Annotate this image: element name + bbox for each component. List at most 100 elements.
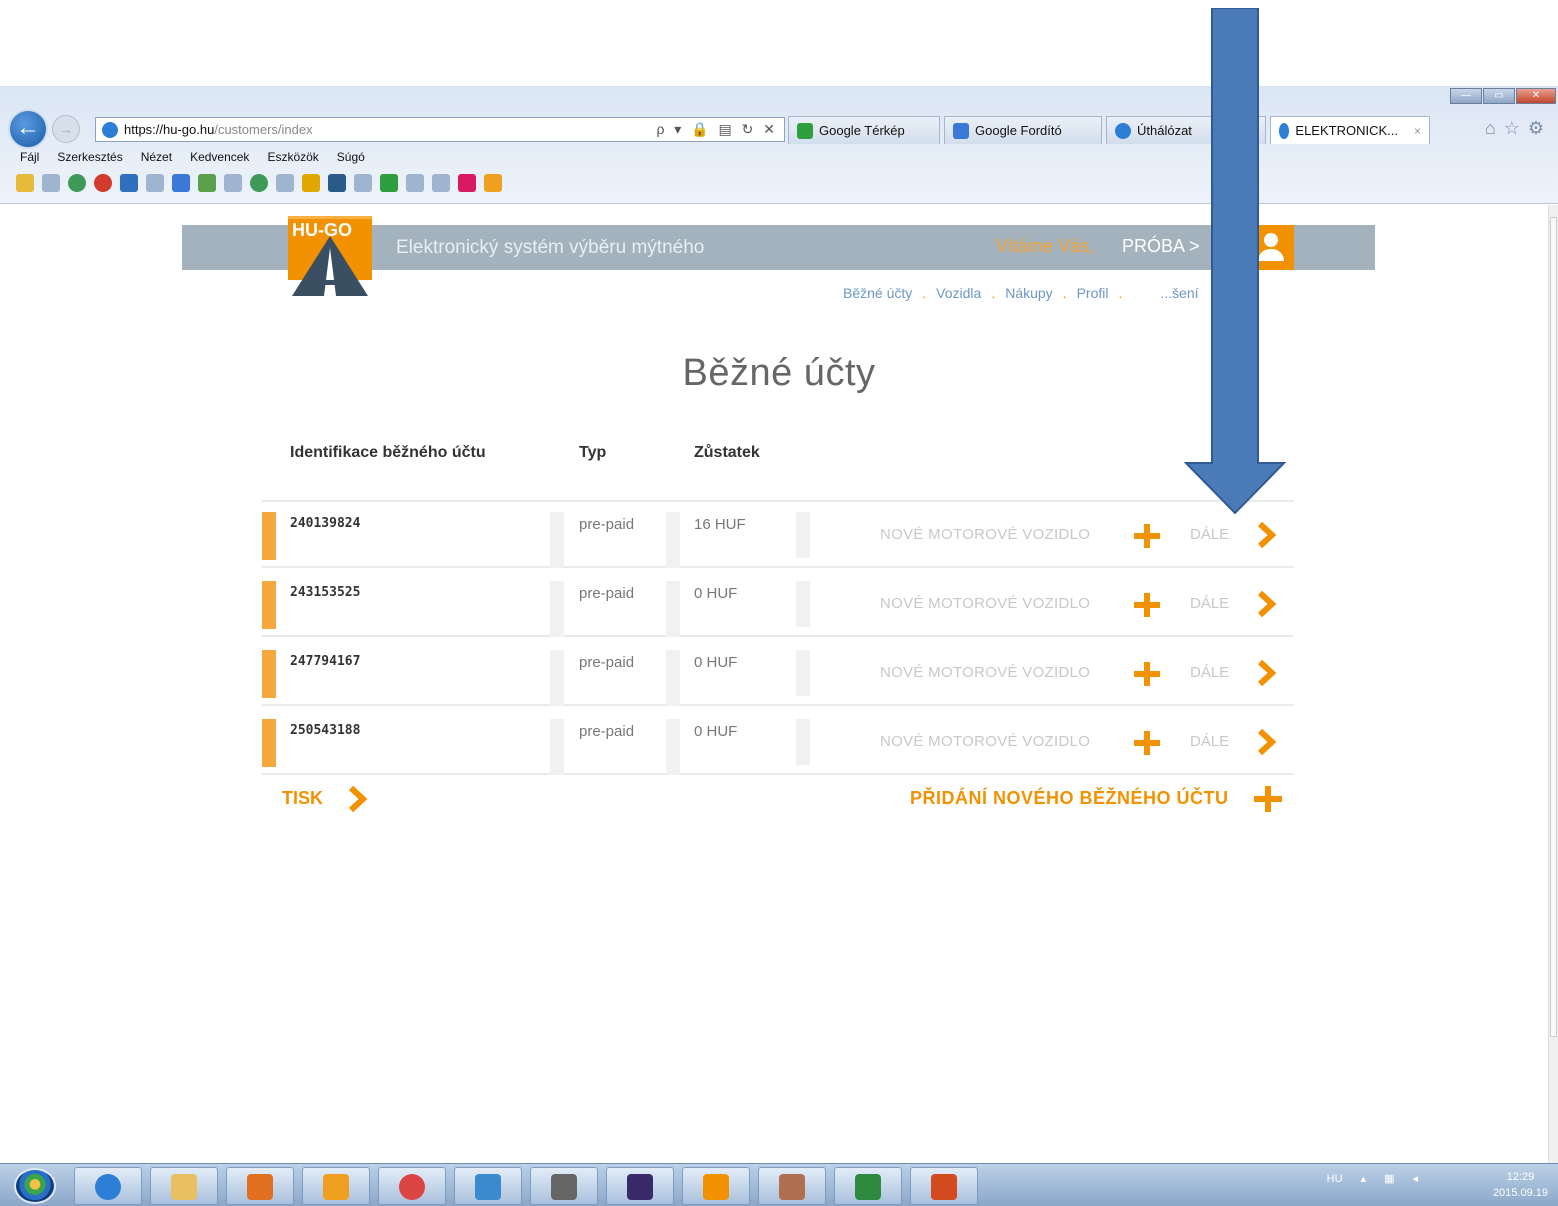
annotation-arrow-icon: [1183, 8, 1287, 515]
tab-google-maps[interactable]: Google Térkép: [788, 116, 940, 144]
new-vehicle-link[interactable]: NOVÉ MOTOROVÉ VOZIDLO: [880, 526, 1090, 543]
tab-google-translate[interactable]: Google Fordító: [944, 116, 1102, 144]
next-link[interactable]: DÁLE: [1190, 595, 1229, 612]
menu-edit[interactable]: Szerkesztés: [57, 150, 122, 164]
taskbar-outlook[interactable]: [302, 1167, 370, 1205]
media-player-icon: [247, 1174, 273, 1200]
plus-icon[interactable]: [1132, 522, 1162, 550]
menu-favorites[interactable]: Kedvencek: [190, 150, 249, 164]
fav-page-icon[interactable]: [276, 174, 294, 192]
taskbar-media[interactable]: [226, 1167, 294, 1205]
vertical-scrollbar[interactable]: [1548, 205, 1558, 1163]
fav-page-icon[interactable]: [146, 174, 164, 192]
fav-page-icon[interactable]: [484, 174, 502, 192]
taskbar-app[interactable]: [530, 1167, 598, 1205]
nav-profil[interactable]: Profil: [1077, 285, 1109, 301]
address-tools[interactable]: ρ ▾ 🔒 ▤ ↻ ✕: [656, 121, 778, 138]
taskbar-explorer[interactable]: [150, 1167, 218, 1205]
scrollbar-thumb[interactable]: [1550, 217, 1557, 1037]
tab-elektronicky[interactable]: ELEKTRONICK... ×: [1270, 116, 1430, 144]
table-row: 247794167 pre-paid 0 HUF NOVÉ MOTOROVÉ V…: [262, 640, 1294, 706]
fav-page-icon[interactable]: [432, 174, 450, 192]
clock[interactable]: 12:29 2015.09.19: [1493, 1169, 1548, 1201]
cell-divider: [550, 581, 564, 637]
add-account-link[interactable]: PŘIDÁNÍ NOVÉHO BĚŽNÉHO ÚČTU: [910, 788, 1229, 809]
taskbar-ie[interactable]: [74, 1167, 142, 1205]
chevron-right-icon[interactable]: [1254, 728, 1278, 756]
fav-page-icon[interactable]: [68, 174, 86, 192]
home-icon[interactable]: ⌂: [1485, 118, 1504, 138]
fav-page-icon[interactable]: [172, 174, 190, 192]
nav-nakupy[interactable]: Nákupy: [1005, 285, 1052, 301]
taskbar-hat[interactable]: [682, 1167, 750, 1205]
volume-icon[interactable]: ◂: [1412, 1172, 1418, 1185]
menu-tools[interactable]: Eszközök: [267, 150, 318, 164]
taskbar-excel[interactable]: [834, 1167, 902, 1205]
taskbar-chrome[interactable]: [378, 1167, 446, 1205]
chevron-right-icon[interactable]: [1254, 659, 1278, 687]
cell-divider: [796, 650, 810, 696]
taskbar-phone[interactable]: [606, 1167, 674, 1205]
print-link[interactable]: TISK: [282, 788, 323, 809]
taskbar-powerpoint[interactable]: [910, 1167, 978, 1205]
minimize-button[interactable]: —: [1450, 88, 1482, 104]
maximize-button[interactable]: ▭: [1483, 88, 1515, 104]
next-link[interactable]: DÁLE: [1190, 526, 1229, 543]
network-icon[interactable]: ▦: [1384, 1172, 1394, 1185]
row-accent: [262, 650, 276, 698]
chevron-right-icon[interactable]: [1254, 521, 1278, 549]
outlook-icon: [323, 1174, 349, 1200]
fav-page-icon[interactable]: [250, 174, 268, 192]
fav-page-icon[interactable]: [42, 174, 60, 192]
forward-icon[interactable]: →: [52, 115, 80, 143]
chevron-right-icon[interactable]: [345, 784, 369, 814]
fav-page-icon[interactable]: [224, 174, 242, 192]
cell-divider: [796, 581, 810, 627]
new-vehicle-link[interactable]: NOVÉ MOTOROVÉ VOZIDLO: [880, 664, 1090, 681]
plus-icon[interactable]: [1132, 660, 1162, 688]
nav-buttons: ← →: [8, 109, 80, 149]
powerpoint-icon: [931, 1174, 957, 1200]
next-link[interactable]: DÁLE: [1190, 733, 1229, 750]
fav-page-icon[interactable]: [354, 174, 372, 192]
favorites-star-icon[interactable]: ☆: [1504, 118, 1528, 138]
language-indicator[interactable]: HU: [1327, 1173, 1343, 1185]
settings-gear-icon[interactable]: ⚙: [1528, 118, 1552, 138]
plus-icon[interactable]: [1132, 591, 1162, 619]
new-vehicle-link[interactable]: NOVÉ MOTOROVÉ VOZIDLO: [880, 733, 1090, 750]
fav-page-icon[interactable]: [120, 174, 138, 192]
close-window-button[interactable]: ✕: [1516, 88, 1556, 104]
menu-help[interactable]: Súgó: [337, 150, 365, 164]
fav-page-icon[interactable]: [94, 174, 112, 192]
nav-bezne-ucty[interactable]: Běžné účty: [843, 285, 912, 301]
fav-page-icon[interactable]: [458, 174, 476, 192]
welcome-text: Vítáme Vás,: [996, 236, 1095, 256]
fav-page-icon[interactable]: [328, 174, 346, 192]
hugo-logo[interactable]: HU-GO: [288, 216, 372, 296]
fav-page-icon[interactable]: [198, 174, 216, 192]
user-app-icon: [779, 1174, 805, 1200]
nav-vozidla[interactable]: Vozidla: [936, 285, 981, 301]
chevron-right-icon[interactable]: [1254, 590, 1278, 618]
taskbar-user[interactable]: [758, 1167, 826, 1205]
plus-icon[interactable]: [1252, 784, 1284, 814]
favorites-icon[interactable]: [16, 174, 34, 192]
start-button-icon[interactable]: [14, 1168, 56, 1204]
close-tab-icon[interactable]: ×: [1414, 124, 1421, 138]
menu-view[interactable]: Nézet: [141, 150, 172, 164]
column-header-balance: Zůstatek: [694, 444, 760, 461]
fav-page-icon[interactable]: [406, 174, 424, 192]
address-bar[interactable]: https://hu-go.hu/customers/index ρ ▾ 🔒 ▤…: [95, 117, 785, 142]
taskbar-lync[interactable]: [454, 1167, 522, 1205]
next-link[interactable]: DÁLE: [1190, 664, 1229, 681]
nav-separator: .: [922, 285, 927, 301]
fav-page-icon[interactable]: [302, 174, 320, 192]
taskbar: HU ▴ ▦ ◂ 12:29 2015.09.19: [0, 1163, 1558, 1206]
back-icon[interactable]: ←: [8, 109, 48, 149]
new-vehicle-link[interactable]: NOVÉ MOTOROVÉ VOZIDLO: [880, 595, 1090, 612]
menu-file[interactable]: Fájl: [20, 150, 39, 164]
fav-page-icon[interactable]: [380, 174, 398, 192]
tray-arrow-icon[interactable]: ▴: [1361, 1172, 1367, 1185]
plus-icon[interactable]: [1132, 729, 1162, 757]
cell-divider: [550, 719, 564, 775]
